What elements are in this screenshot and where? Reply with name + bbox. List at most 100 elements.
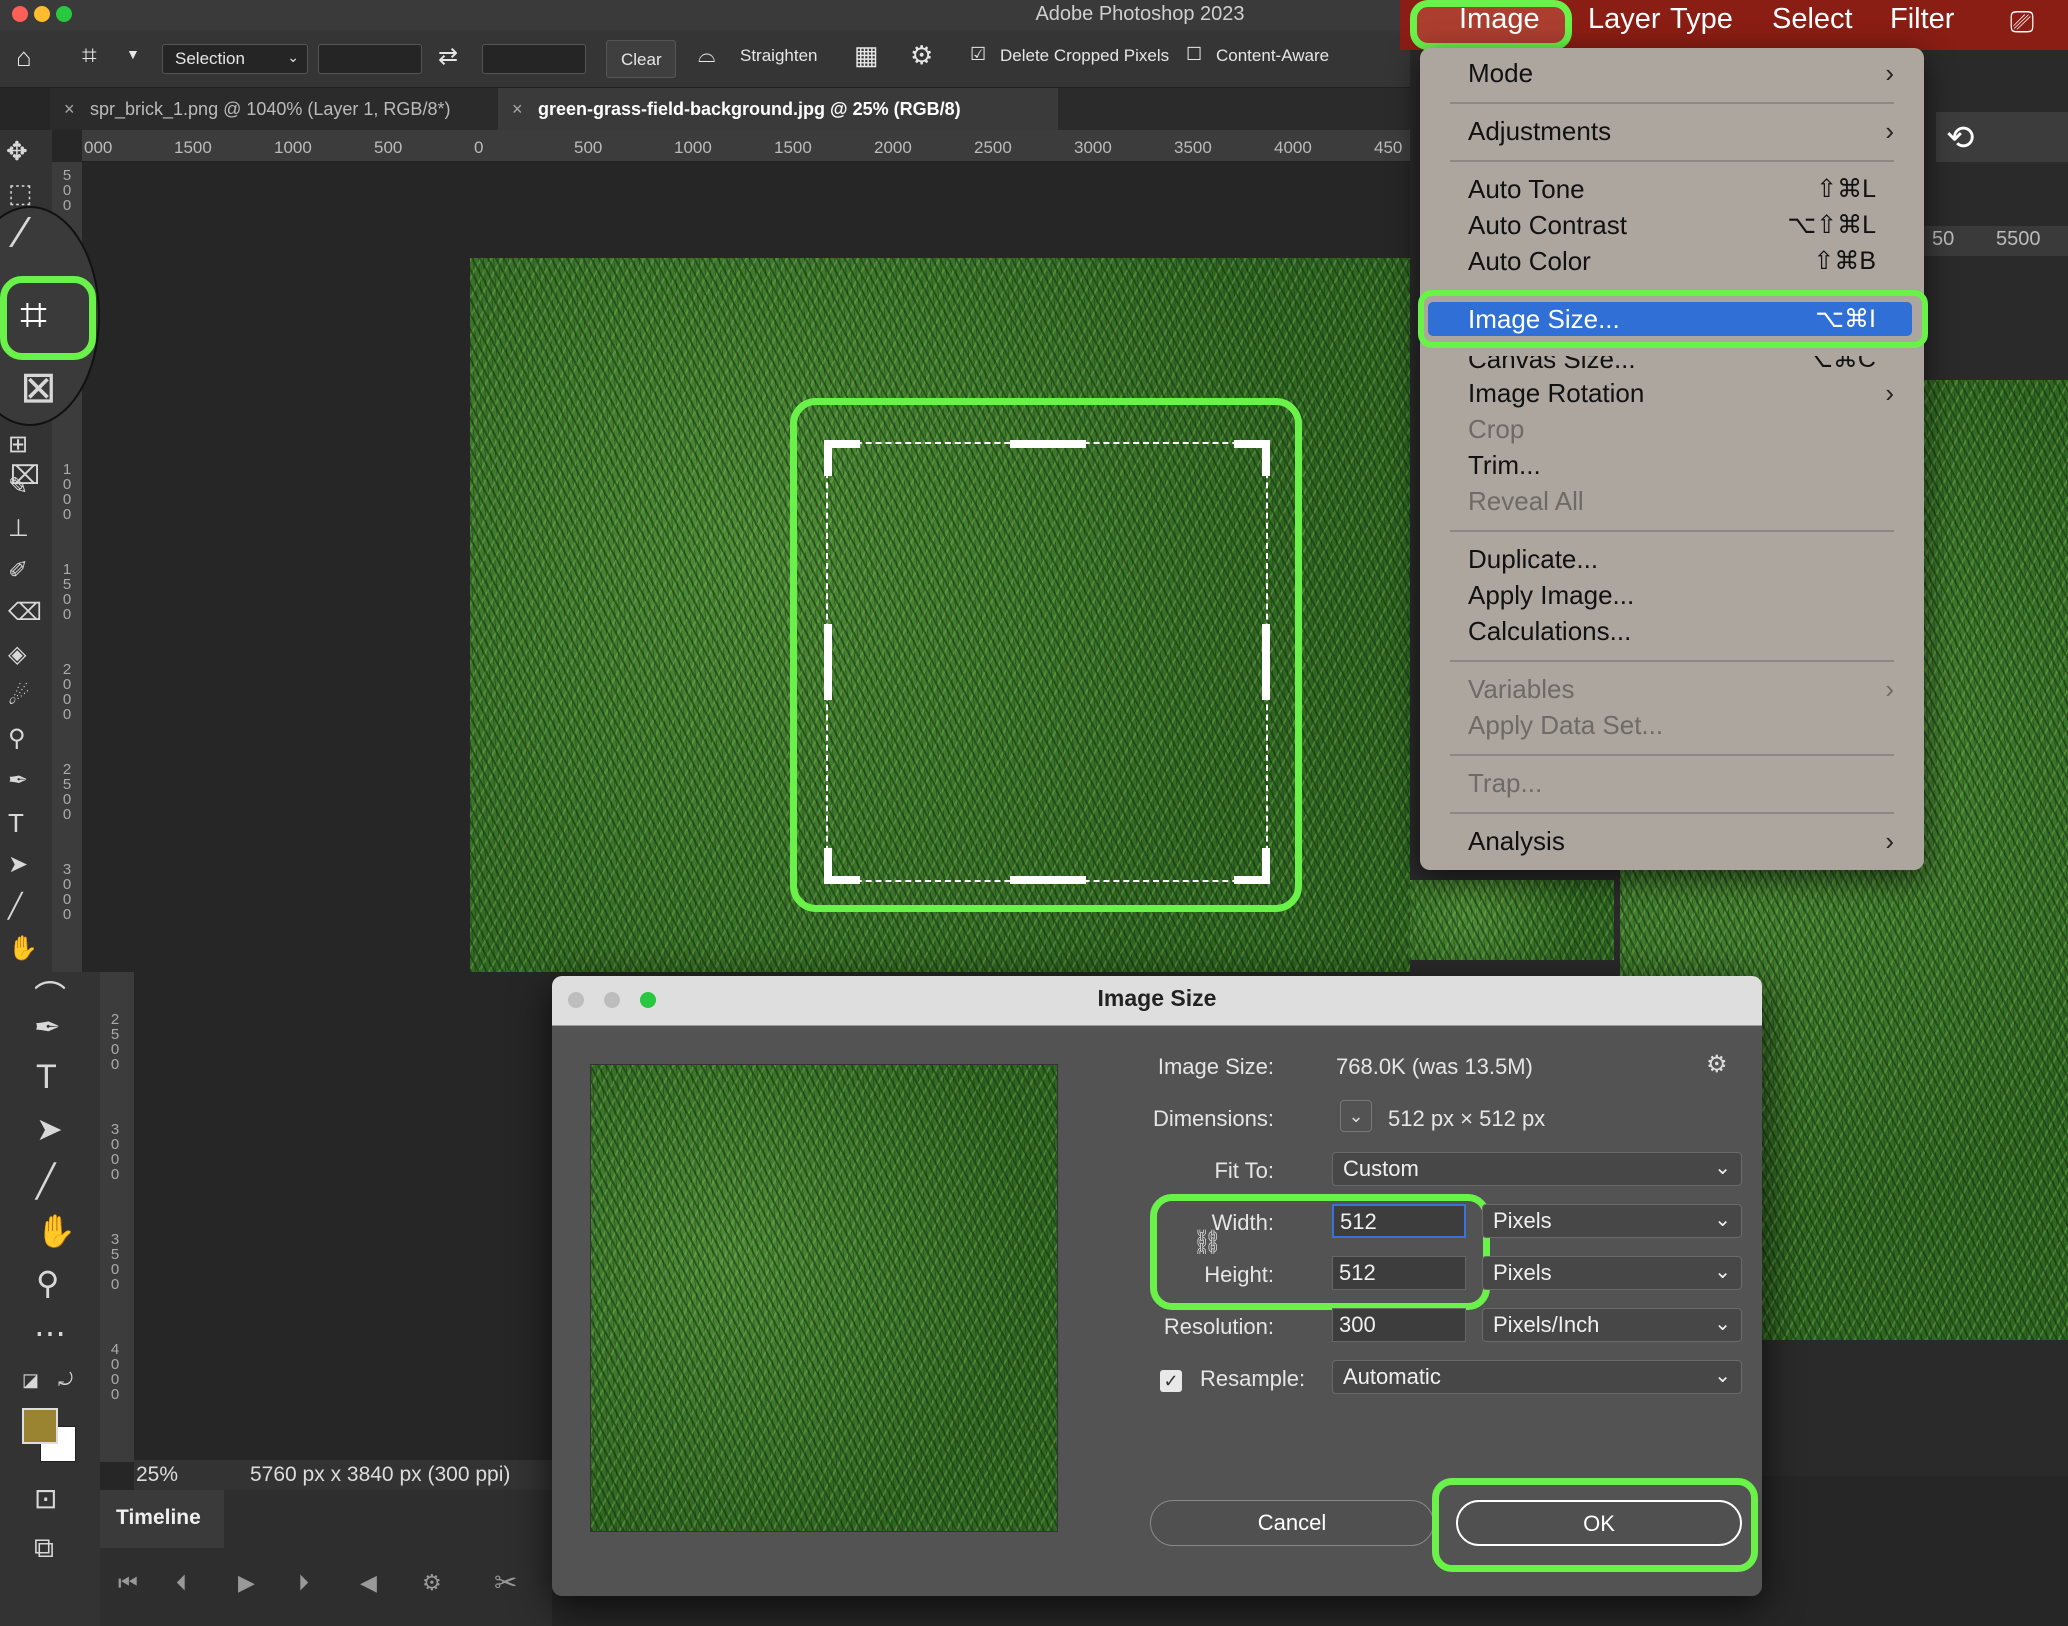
hand-tool-icon[interactable]: ✋ bbox=[8, 934, 38, 963]
hand-tool-icon[interactable]: ✋ bbox=[36, 1212, 76, 1250]
path-select-icon[interactable]: ➤ bbox=[8, 850, 28, 879]
quick-mask-icon[interactable]: ⊡ bbox=[34, 1482, 57, 1515]
gear-icon[interactable]: ⚙ bbox=[422, 1570, 442, 1596]
height-unit-select[interactable]: Pixels ⌄ bbox=[1482, 1256, 1742, 1290]
pen-tool-icon[interactable]: ✒ bbox=[8, 766, 28, 795]
zoom-level[interactable]: 25% bbox=[136, 1463, 178, 1487]
magic-wand-icon[interactable]: ⁄ bbox=[18, 208, 25, 258]
overlay-grid-icon[interactable]: ▦ bbox=[854, 40, 879, 71]
audio-icon[interactable]: ◀ bbox=[360, 1570, 377, 1596]
crop-tool-preset-icon[interactable]: ⌗ bbox=[82, 40, 97, 72]
menu-item-auto-tone[interactable]: Auto Tone bbox=[1468, 174, 1585, 205]
menu-filter[interactable]: Filter bbox=[1890, 3, 1954, 36]
crop-handle[interactable] bbox=[824, 624, 832, 700]
paint-bucket-icon[interactable]: ◈ bbox=[8, 640, 26, 669]
stamp-tool-icon[interactable]: ⊥ bbox=[8, 514, 29, 543]
image-preview[interactable] bbox=[590, 1064, 1058, 1532]
menu-item-adjustments[interactable]: Adjustments bbox=[1468, 116, 1611, 147]
more-tools-icon[interactable]: ⋯ bbox=[34, 1314, 66, 1352]
type-tool-icon[interactable]: T bbox=[36, 1058, 57, 1097]
crop-handle[interactable] bbox=[1262, 624, 1270, 700]
foreground-color-swatch[interactable] bbox=[22, 1408, 58, 1444]
delete-cropped-checkbox[interactable]: ☑ bbox=[970, 44, 986, 65]
width-ratio-input[interactable] bbox=[318, 44, 422, 74]
swap-icon[interactable]: ⇄ bbox=[438, 42, 458, 71]
eraser-icon[interactable]: ⌫ bbox=[8, 598, 42, 627]
menu-item-auto-contrast[interactable]: Auto Contrast bbox=[1468, 210, 1627, 241]
straighten-button[interactable]: Straighten bbox=[740, 46, 818, 66]
chevron-down-icon[interactable]: ▼ bbox=[126, 46, 140, 62]
dimensions-unit-toggle[interactable]: ⌄ bbox=[1340, 1100, 1372, 1132]
content-aware-checkbox[interactable]: ☐ bbox=[1186, 44, 1202, 65]
clear-button[interactable]: Clear bbox=[606, 40, 676, 78]
crop-handle[interactable] bbox=[1262, 848, 1270, 884]
resample-checkbox[interactable]: ✓ bbox=[1160, 1370, 1182, 1392]
marquee-tool-icon[interactable]: ⬚ bbox=[8, 178, 33, 209]
dodge-tool-icon[interactable]: ⚲ bbox=[8, 724, 26, 753]
menu-item-analysis[interactable]: Analysis bbox=[1468, 826, 1565, 857]
pen-tool-icon[interactable]: ✒ bbox=[34, 1008, 61, 1046]
crop-box[interactable] bbox=[826, 442, 1268, 882]
camera-icon[interactable]: ⎚ bbox=[2010, 6, 2034, 40]
crop-handle[interactable] bbox=[824, 848, 832, 884]
play-icon[interactable]: ▶ bbox=[238, 1570, 255, 1596]
rotate-view-icon[interactable]: ⟲ bbox=[1946, 118, 1975, 158]
line-tool-icon[interactable]: ╱ bbox=[8, 892, 22, 921]
swap-colors-icon[interactable]: ⤾ bbox=[58, 1370, 73, 1391]
height-input[interactable]: 512 bbox=[1332, 1256, 1466, 1290]
height-ratio-input[interactable] bbox=[482, 44, 586, 74]
frame-tool-icon[interactable]: ⊠ bbox=[20, 362, 57, 413]
resolution-input[interactable]: 300 bbox=[1332, 1308, 1466, 1342]
type-tool-icon[interactable]: T bbox=[8, 808, 24, 839]
move-tool-icon[interactable]: ✥ bbox=[6, 136, 28, 167]
menu-item-mode[interactable]: Mode bbox=[1468, 58, 1533, 89]
gear-icon[interactable]: ⚙ bbox=[1706, 1050, 1728, 1079]
ok-button[interactable]: OK bbox=[1456, 1500, 1742, 1546]
menu-select[interactable]: Select bbox=[1772, 3, 1853, 36]
menu-item-duplicate[interactable]: Duplicate... bbox=[1468, 544, 1598, 575]
menu-image[interactable]: Image bbox=[1459, 3, 1540, 36]
menu-item-canvas-size[interactable]: Canvas Size... bbox=[1468, 356, 1636, 375]
document-info[interactable]: 5760 px x 3840 px (300 ppi) bbox=[250, 1463, 510, 1487]
straighten-icon[interactable]: ⌓ bbox=[698, 42, 715, 68]
tab-spr-brick[interactable]: × spr_brick_1.png @ 1040% (Layer 1, RGB/… bbox=[50, 88, 498, 130]
next-frame-icon[interactable]: ⏵ bbox=[298, 1570, 309, 1596]
menu-item-calculations[interactable]: Calculations... bbox=[1468, 616, 1631, 647]
crop-handle[interactable] bbox=[1010, 876, 1086, 884]
tab-timeline[interactable]: Timeline bbox=[100, 1490, 224, 1548]
path-select-icon[interactable]: ➤ bbox=[36, 1110, 63, 1148]
line-tool-icon[interactable]: ╱ bbox=[36, 1162, 55, 1200]
previous-frame-icon[interactable]: ⏴ bbox=[176, 1570, 187, 1596]
eyedropper-icon[interactable]: ✎ bbox=[8, 472, 28, 501]
menu-image-highlight[interactable]: Image bbox=[1410, 0, 1572, 50]
menu-layer[interactable]: Layer bbox=[1588, 3, 1661, 36]
screen-mode-icon[interactable]: ⧉ bbox=[34, 1532, 54, 1565]
default-colors-icon[interactable]: ◪ bbox=[22, 1370, 39, 1391]
crop-handle[interactable] bbox=[1262, 440, 1270, 476]
menu-item-image-rotation[interactable]: Image Rotation bbox=[1468, 378, 1644, 409]
history-brush-icon[interactable]: ✐ bbox=[8, 556, 28, 585]
crop-tool-icon[interactable]: ⌗ bbox=[20, 288, 47, 344]
first-frame-icon[interactable]: ⏮ bbox=[118, 1570, 138, 1596]
split-scissors-icon[interactable]: ✂ bbox=[494, 1566, 517, 1599]
width-input[interactable]: 512 bbox=[1332, 1204, 1466, 1238]
close-icon[interactable]: × bbox=[64, 88, 75, 130]
crop-mode-select[interactable]: Selection ⌄ bbox=[162, 44, 308, 74]
menu-item-apply-image[interactable]: Apply Image... bbox=[1468, 580, 1634, 611]
artboard-icon[interactable]: ⊞ bbox=[8, 430, 28, 459]
menu-item-trim[interactable]: Trim... bbox=[1468, 450, 1541, 481]
fit-to-select[interactable]: Custom ⌄ bbox=[1332, 1152, 1742, 1186]
gear-icon[interactable]: ⚙ bbox=[910, 40, 933, 71]
width-unit-select[interactable]: Pixels ⌄ bbox=[1482, 1204, 1742, 1238]
smudge-tool-icon[interactable]: ☄ bbox=[8, 682, 30, 711]
tab-green-grass[interactable]: × green-grass-field-background.jpg @ 25%… bbox=[498, 88, 1058, 130]
close-icon[interactable]: × bbox=[512, 88, 523, 130]
crop-handle[interactable] bbox=[824, 440, 832, 476]
cancel-button[interactable]: Cancel bbox=[1150, 1500, 1434, 1546]
crop-handle[interactable] bbox=[1010, 440, 1086, 448]
menu-item-image-size[interactable]: Image Size... bbox=[1468, 304, 1620, 335]
menu-item-auto-color[interactable]: Auto Color bbox=[1468, 246, 1591, 277]
resolution-unit-select[interactable]: Pixels/Inch ⌄ bbox=[1482, 1308, 1742, 1342]
zoom-tool-icon[interactable]: ⚲ bbox=[36, 1264, 59, 1302]
menu-type[interactable]: Type bbox=[1670, 3, 1733, 36]
